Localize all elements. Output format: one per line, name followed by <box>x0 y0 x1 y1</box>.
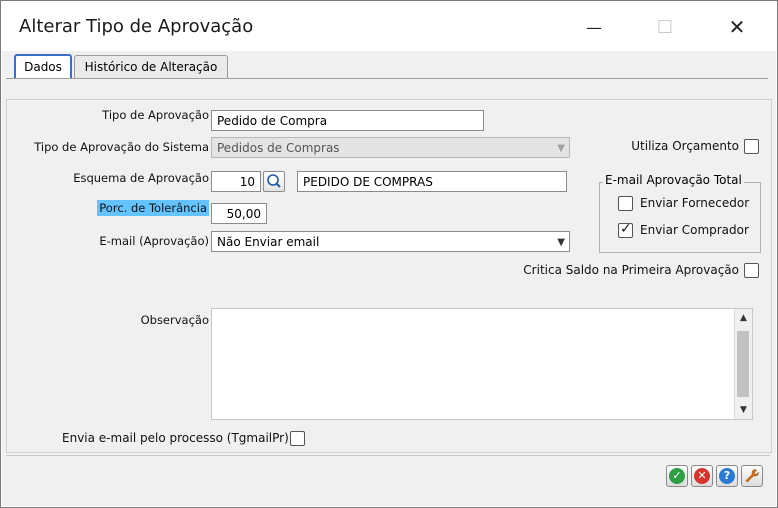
scroll-down-icon[interactable]: ▼ <box>736 403 751 417</box>
maximize-button[interactable]: ☐ <box>642 9 688 45</box>
critica-saldo-label: Critica Saldo na Primeira Aprovação <box>523 263 739 277</box>
dialog-body: Dados Histórico de Alteração Tipo de Apr… <box>2 51 776 506</box>
tab-divider <box>6 78 768 79</box>
enviar-fornecedor-label: Enviar Fornecedor <box>640 196 750 210</box>
esquema-aprovacao-description[interactable]: PEDIDO DE COMPRAS <box>297 171 567 192</box>
scroll-up-icon[interactable]: ▲ <box>736 311 751 325</box>
window-title: Alterar Tipo de Aprovação <box>19 16 254 37</box>
envia-email-label: Envia e-mail pelo processo (TgmailPr) <box>62 431 289 445</box>
wrench-icon <box>745 469 759 483</box>
esquema-search-button[interactable] <box>263 171 285 192</box>
footer-divider <box>6 455 770 456</box>
porc-tolerancia-label-text: Porc. de Tolerância <box>97 200 209 216</box>
tools-button[interactable] <box>741 465 763 487</box>
critica-saldo-checkbox[interactable] <box>744 263 759 278</box>
dialog-window: Alterar Tipo de Aprovação — ☐ ✕ Dados Hi… <box>0 0 778 508</box>
porc-tolerancia-label: Porc. de Tolerância <box>97 200 209 216</box>
observacao-label: Observação <box>140 313 209 327</box>
tipo-aprovacao-sistema-select[interactable]: Pedidos de Compras ▼ <box>211 137 570 158</box>
email-aprovacao-total-title: E-mail Aprovação Total <box>603 173 744 187</box>
porc-tolerancia-input[interactable]: 50,00 <box>211 203 267 224</box>
tab-dados-label: Dados <box>24 60 62 74</box>
maximize-icon: ☐ <box>656 16 674 38</box>
minimize-icon: — <box>586 17 602 37</box>
esquema-aprovacao-code-input[interactable]: 10 <box>211 171 261 192</box>
tipo-aprovacao-input[interactable]: Pedido de Compra <box>211 110 484 131</box>
utiliza-orcamento-checkbox[interactable] <box>744 139 759 154</box>
tipo-aprovacao-sistema-value: Pedidos de Compras <box>217 141 340 155</box>
form-panel: Tipo de Aprovação Pedido de Compra Tipo … <box>6 99 772 453</box>
chevron-down-icon: ▼ <box>557 143 565 154</box>
esquema-aprovacao-label: Esquema de Aprovação <box>73 171 209 185</box>
minimize-button[interactable]: — <box>571 9 617 45</box>
tab-historico-label: Histórico de Alteração <box>84 60 218 74</box>
observacao-textarea[interactable]: ▲ ▼ <box>211 308 753 420</box>
tab-historico-alteracao[interactable]: Histórico de Alteração <box>74 55 228 78</box>
envia-email-checkbox[interactable] <box>290 431 305 446</box>
cancel-button[interactable]: ✕ <box>691 465 713 487</box>
help-icon: ? <box>719 468 735 484</box>
search-icon <box>267 174 281 188</box>
enviar-comprador-checkbox[interactable]: ✓ <box>618 221 633 238</box>
tipo-aprovacao-label: Tipo de Aprovação <box>102 108 209 122</box>
check-icon: ✓ <box>620 221 632 237</box>
ok-icon: ✓ <box>669 468 685 484</box>
title-bar: Alterar Tipo de Aprovação — ☐ ✕ <box>1 1 777 51</box>
tipo-aprovacao-sistema-label: Tipo de Aprovação do Sistema <box>34 140 209 154</box>
observacao-scrollbar[interactable]: ▲ ▼ <box>734 309 752 419</box>
enviar-fornecedor-checkbox[interactable] <box>618 196 633 211</box>
ok-button[interactable]: ✓ <box>666 465 688 487</box>
tab-dados[interactable]: Dados <box>14 54 72 78</box>
utiliza-orcamento-label: Utiliza Orçamento <box>631 139 739 153</box>
enviar-comprador-label: Enviar Comprador <box>640 223 749 237</box>
email-aprovacao-label: E-mail (Aprovação) <box>99 234 209 248</box>
chevron-down-icon: ▼ <box>557 237 565 248</box>
help-button[interactable]: ? <box>716 465 738 487</box>
email-aprovacao-value: Não Enviar email <box>217 235 320 249</box>
scroll-thumb[interactable] <box>737 331 749 397</box>
close-button[interactable]: ✕ <box>714 9 760 45</box>
cancel-icon: ✕ <box>694 468 710 484</box>
email-aprovacao-total-group: E-mail Aprovação Total Enviar Fornecedor… <box>599 173 761 253</box>
email-aprovacao-select[interactable]: Não Enviar email ▼ <box>211 231 570 252</box>
close-icon: ✕ <box>728 15 746 39</box>
